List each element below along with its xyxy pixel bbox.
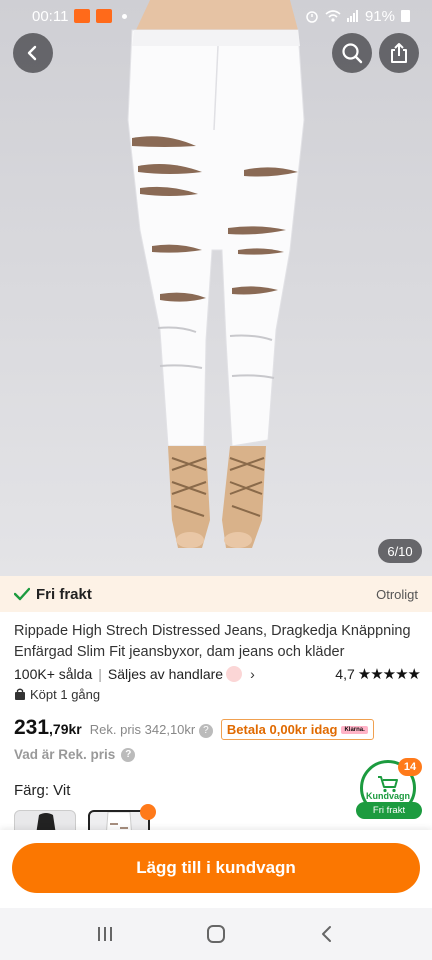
checkmark-icon — [14, 587, 30, 601]
image-pager: 6/10 — [378, 539, 422, 563]
alarm-icon — [306, 11, 318, 23]
cart-label: Kundvagn — [366, 791, 410, 801]
rating[interactable]: 4,7 ★★★★★ — [335, 665, 421, 683]
color-label: Färg: Vit — [14, 782, 71, 799]
recent-apps-icon[interactable] — [95, 924, 115, 944]
add-to-cart-button[interactable]: Lägg till i kundvagn — [12, 843, 420, 893]
klarna-logo: Klarna. — [341, 725, 368, 734]
chevron-right-icon[interactable]: › — [250, 666, 255, 682]
wifi-icon — [325, 10, 341, 22]
klarna-text: Betala 0,00kr idag — [226, 722, 338, 737]
rek-price: Rek. pris 342,10kr ? — [90, 722, 213, 738]
info-icon[interactable]: ? — [198, 723, 213, 738]
product-title[interactable]: Rippade High Strech Distressed Jeans, Dr… — [14, 621, 420, 663]
rek-price-text: Rek. pris 342,10kr — [89, 722, 196, 737]
help-icon: ? — [121, 747, 136, 762]
bought-info: Köpt 1 gång — [14, 687, 100, 702]
status-time: 00:11 — [32, 7, 69, 25]
share-button[interactable] — [379, 33, 419, 73]
hot-flame-icon — [140, 804, 156, 820]
cart-count-badge: 14 — [398, 758, 422, 776]
chevron-left-icon — [27, 45, 37, 61]
rating-stars-icon: ★★★★★ — [357, 666, 421, 683]
battery-percent: 91% — [364, 7, 395, 25]
free-shipping-bar[interactable]: Fri frakt Otroligt — [0, 576, 432, 612]
price-int: 231 — [14, 716, 50, 739]
rek-question-text: Vad är Rek. pris — [14, 747, 116, 762]
cart-free-shipping: Fri frakt — [356, 802, 422, 819]
product-image[interactable] — [0, 0, 432, 576]
seller-badge-icon — [226, 666, 243, 682]
rek-price-question[interactable]: Vad är Rek. pris ? — [14, 747, 136, 762]
price: 231,79kr — [14, 716, 82, 740]
notification-dot-icon — [122, 13, 128, 19]
share-icon — [391, 43, 407, 63]
floating-cart[interactable]: Kundvagn 14 Fri frakt — [356, 758, 422, 820]
system-navigation-bar — [0, 908, 432, 960]
sold-count: 100K+ sålda — [14, 666, 93, 682]
temu-app-icon — [74, 9, 91, 23]
temu-app-icon-2 — [96, 9, 113, 23]
rating-value: 4,7 — [335, 666, 355, 682]
price-dec: ,79kr — [49, 721, 82, 737]
battery-icon — [401, 10, 410, 22]
klarna-pay-badge[interactable]: Betala 0,00kr idag Klarna. — [220, 719, 374, 740]
separator: | — [98, 666, 102, 682]
back-nav-icon[interactable] — [317, 924, 337, 944]
product-meta-row: 100K+ sålda | Säljes av handlare › 4,7 ★… — [14, 664, 421, 684]
free-shipping-label: Fri frakt — [36, 585, 92, 603]
back-button[interactable] — [13, 33, 53, 73]
status-bar: 00:11 91% — [0, 0, 432, 32]
home-icon[interactable] — [206, 924, 226, 944]
bought-count: Köpt 1 gång — [30, 687, 101, 702]
search-button[interactable] — [332, 33, 372, 73]
price-row: 231,79kr Rek. pris 342,10kr ? Betala 0,0… — [14, 716, 424, 740]
signal-icon — [346, 10, 358, 22]
search-icon — [342, 43, 363, 64]
jeans-photo — [0, 0, 432, 576]
shopping-bag-icon — [15, 688, 25, 700]
seller-link[interactable]: Säljes av handlare — [108, 666, 223, 682]
shipping-right-text: Otroligt — [376, 586, 418, 602]
